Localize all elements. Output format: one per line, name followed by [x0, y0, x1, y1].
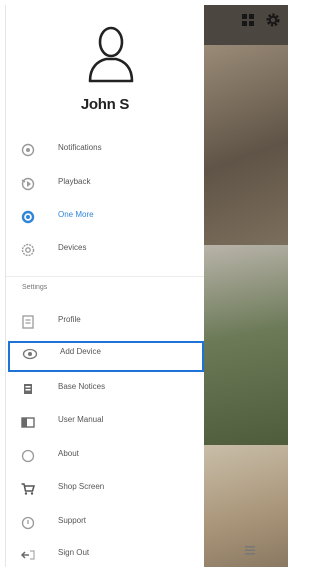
menu-item-label: Sign Out — [58, 548, 90, 557]
menu-item-support[interactable]: Support — [6, 510, 204, 536]
sign-out-icon — [20, 547, 36, 563]
menu-item-base-notices[interactable]: Base Notices — [6, 376, 204, 402]
user-avatar-icon — [86, 25, 136, 83]
info-icon — [20, 448, 36, 464]
add-device-icon — [22, 346, 38, 362]
menu-item-label: Playback — [58, 177, 91, 186]
app-screen: John S Notifications Playback One More D… — [0, 0, 291, 571]
camera-thumbnail[interactable] — [203, 245, 288, 445]
menu-item-devices[interactable]: Devices — [6, 237, 204, 263]
menu-item-label: Notifications — [58, 143, 102, 152]
menu-item-label: Add Device — [60, 347, 101, 356]
menu-item-label: Base Notices — [58, 382, 106, 391]
manual-icon — [20, 414, 36, 430]
settings-section-label: Settings — [22, 284, 48, 291]
menu-item-label: User Manual — [58, 415, 104, 424]
menu-item-label: Shop Screen — [58, 482, 105, 491]
menu-item-label: Profile — [58, 315, 81, 324]
radio-icon — [20, 209, 36, 225]
menu-item-label: Support — [58, 516, 87, 525]
menu-item-label: Devices — [58, 243, 87, 252]
menu-item-sign-out[interactable]: Sign Out — [6, 542, 204, 568]
gear-icon[interactable] — [265, 12, 281, 28]
menu-item-user-manual[interactable]: User Manual — [6, 409, 204, 435]
menu-item-add-device[interactable]: Add Device — [8, 341, 204, 372]
menu-item-playback[interactable]: Playback — [6, 171, 204, 197]
navigation-drawer: John S Notifications Playback One More D… — [5, 5, 204, 567]
cart-icon — [20, 481, 36, 497]
playback-icon — [20, 176, 36, 192]
camera-thumbnail[interactable] — [203, 45, 288, 245]
menu-icon[interactable] — [244, 544, 256, 556]
divider — [6, 276, 204, 277]
menu-item-label: About — [58, 449, 79, 458]
camera-settings-icon — [20, 242, 36, 258]
user-name: John S — [80, 96, 130, 113]
profile-icon — [20, 314, 36, 330]
menu-item-shop[interactable]: Shop Screen — [6, 476, 204, 502]
camera-feed-background — [203, 5, 288, 567]
support-icon — [20, 515, 36, 531]
grid-view-icon[interactable] — [240, 12, 256, 28]
menu-item-one-more[interactable]: One More — [6, 204, 204, 230]
base-icon — [20, 381, 36, 397]
menu-item-notifications[interactable]: Notifications — [6, 137, 204, 163]
menu-item-label: One More — [58, 210, 94, 219]
bell-icon — [20, 142, 36, 158]
menu-item-about[interactable]: About — [6, 443, 204, 469]
menu-item-profile[interactable]: Profile — [6, 309, 204, 335]
